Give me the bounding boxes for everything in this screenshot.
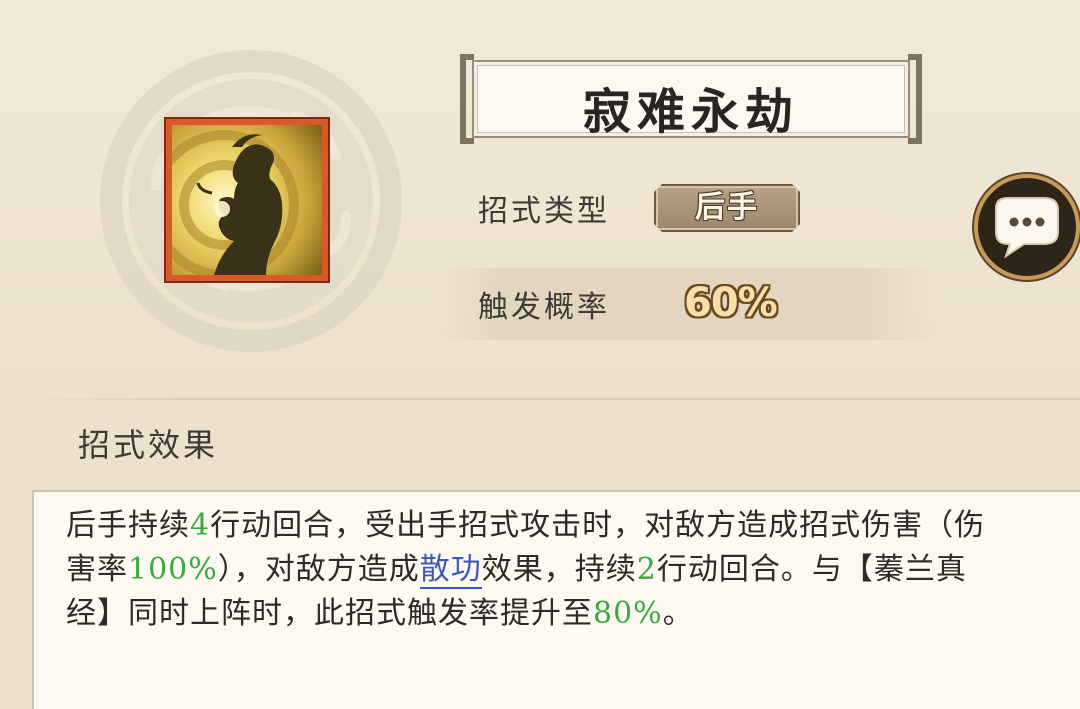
effect-number: 2 <box>636 552 657 587</box>
section-divider <box>32 398 1080 400</box>
trigger-chance-value: 60% <box>684 280 778 326</box>
title-plate: 寂难永劫 <box>472 60 910 140</box>
skill-name: 寂难永劫 <box>582 84 799 140</box>
effect-text-segment: ），对敌方造成 <box>217 552 420 587</box>
skill-detail-panel: 寂难永劫 招式类型 后手 触发概率 60% 招式效果 后手持续4行动回合，受出手… <box>0 0 1080 709</box>
effect-keyword-link[interactable]: 散功 <box>419 552 482 589</box>
chat-bubble-icon <box>995 197 1059 259</box>
right-bracket <box>908 54 922 144</box>
skill-icon <box>166 119 328 281</box>
effect-number: 80% <box>593 596 663 631</box>
skill-title-plaque: 寂难永劫 <box>460 54 922 144</box>
effect-description: 后手持续4行动回合，受出手招式攻击时，对敌方造成招式伤害（伤害率100%），对敌… <box>66 504 1006 636</box>
effect-number: 4 <box>190 508 211 543</box>
trigger-chance-label: 触发概率 <box>478 290 610 325</box>
skill-type-label: 招式类型 <box>478 194 610 229</box>
effect-section-label: 招式效果 <box>78 426 219 464</box>
effect-text-segment: 效果，持续 <box>481 552 637 587</box>
chat-button[interactable] <box>978 178 1076 276</box>
effect-text-segment: 后手持续 <box>66 508 190 543</box>
skill-type-badge: 后手 <box>654 184 800 232</box>
effect-number: 100% <box>128 552 218 587</box>
effect-text-segment: 。 <box>662 596 694 631</box>
meditating-figure-icon <box>172 125 322 275</box>
skill-type-value: 后手 <box>695 190 759 225</box>
